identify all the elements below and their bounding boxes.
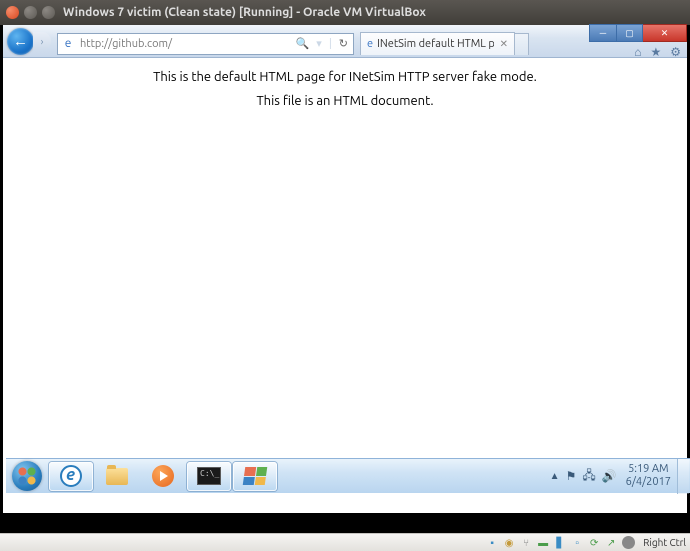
vb-optical-icon[interactable]: ◉ <box>502 536 516 550</box>
ie-icon <box>60 465 82 487</box>
taskbar-cmd[interactable]: C:\_ <box>187 462 231 491</box>
tray-clock[interactable]: 5:19 AM 6/4/2017 <box>620 463 677 488</box>
start-button[interactable] <box>6 459 48 494</box>
address-bar-buttons: 🔍 ▾ | ↻ <box>293 37 353 50</box>
taskbar-explorer[interactable] <box>95 462 139 491</box>
vb-harddisk-icon[interactable]: ▪ <box>485 536 499 550</box>
tab-strip: e INetSim default HTML page ✕ <box>360 32 529 55</box>
page-line-1: This is the default HTML page for INetSi… <box>3 70 687 84</box>
ie-close-button[interactable]: ✕ <box>643 24 687 42</box>
vm-screen: ─ ▢ ✕ ← › e 🔍 ▾ | ↻ <box>3 25 687 513</box>
tray-action-center-icon[interactable]: ⚑ <box>563 469 580 483</box>
vb-shared-folders-icon[interactable]: ▋ <box>553 536 567 550</box>
tools-icon[interactable]: ⚙ <box>670 45 681 59</box>
host-window-buttons <box>6 6 55 19</box>
tray-overflow-icon[interactable]: ▲ <box>547 470 563 482</box>
tab-title: INetSim default HTML page <box>377 38 494 50</box>
taskbar-window[interactable] <box>233 462 277 491</box>
ie-maximize-button[interactable]: ▢ <box>617 24 643 42</box>
address-bar[interactable]: e 🔍 ▾ | ↻ <box>57 33 354 55</box>
new-tab-button[interactable] <box>515 33 529 55</box>
back-button[interactable]: ← <box>7 28 34 55</box>
page-line-2: This file is an HTML document. <box>3 94 687 108</box>
vb-status-icons: ▪ ◉ ⑂ ▬ ▋ ▫ ⟳ ↗ <box>485 536 635 550</box>
virtualbox-statusbar: ▪ ◉ ⑂ ▬ ▋ ▫ ⟳ ↗ Right Ctrl <box>0 533 690 551</box>
host-titlebar: Windows 7 victim (Clean state) [Running]… <box>0 0 690 25</box>
tab-favicon-icon: e <box>367 38 373 50</box>
vb-usb-icon[interactable]: ⑂ <box>519 536 533 550</box>
page-content: This is the default HTML page for INetSi… <box>3 58 687 108</box>
vm-frame: ─ ▢ ✕ ← › e 🔍 ▾ | ↻ <box>0 25 690 533</box>
tab-close-icon[interactable]: ✕ <box>500 38 508 50</box>
ie-minimize-button[interactable]: ─ <box>589 24 617 42</box>
favorites-icon[interactable]: ★ <box>650 45 661 59</box>
forward-button[interactable]: › <box>33 32 51 50</box>
cmd-icon: C:\_ <box>197 467 221 485</box>
url-input[interactable] <box>78 34 293 54</box>
windows-flag-icon <box>243 467 268 485</box>
refresh-icon[interactable]: ↻ <box>336 37 351 50</box>
show-desktop-button[interactable] <box>677 459 689 494</box>
host-maximize-button[interactable] <box>42 6 55 19</box>
folder-icon <box>106 468 128 485</box>
vb-hostkey-label: Right Ctrl <box>641 537 686 548</box>
host-close-button[interactable] <box>6 6 19 19</box>
ie-toolbar: ─ ▢ ✕ ← › e 🔍 ▾ | ↻ <box>3 25 687 58</box>
windows-orb-icon <box>12 461 42 491</box>
ie-favicon-icon: e <box>58 37 78 50</box>
ie-window-buttons: ─ ▢ ✕ <box>589 24 687 42</box>
arrow-right-icon: › <box>41 36 44 47</box>
mediaplayer-icon <box>152 465 174 487</box>
vb-network-icon[interactable]: ▬ <box>536 536 550 550</box>
ie-command-bar: ⌂ ★ ⚙ <box>634 45 681 59</box>
search-dropdown-icon[interactable]: 🔍 <box>293 37 313 50</box>
taskbar-mediaplayer[interactable] <box>141 462 185 491</box>
host-title: Windows 7 victim (Clean state) [Running]… <box>63 6 426 19</box>
tray-network-icon[interactable]: 🖧 <box>579 466 598 487</box>
vb-mouse-integration-icon[interactable]: ↗ <box>604 536 618 550</box>
host-minimize-button[interactable] <box>24 6 37 19</box>
vb-keyboard-icon[interactable] <box>621 536 635 550</box>
vb-display-icon[interactable]: ▫ <box>570 536 584 550</box>
tab-active[interactable]: e INetSim default HTML page ✕ <box>360 32 515 55</box>
windows-taskbar: C:\_ ▲ ⚑ 🖧 🔊 5:19 AM 6/4/2017 <box>6 458 690 493</box>
arrow-left-icon: ← <box>13 32 28 50</box>
tray-volume-icon[interactable]: 🔊 <box>599 469 620 483</box>
tray-date: 6/4/2017 <box>626 476 671 489</box>
system-tray: ▲ ⚑ 🖧 🔊 5:19 AM 6/4/2017 <box>547 459 690 494</box>
home-icon[interactable]: ⌂ <box>634 45 641 59</box>
vb-recording-icon[interactable]: ⟳ <box>587 536 601 550</box>
taskbar-ie[interactable] <box>49 462 93 491</box>
tray-time: 5:19 AM <box>626 463 671 476</box>
